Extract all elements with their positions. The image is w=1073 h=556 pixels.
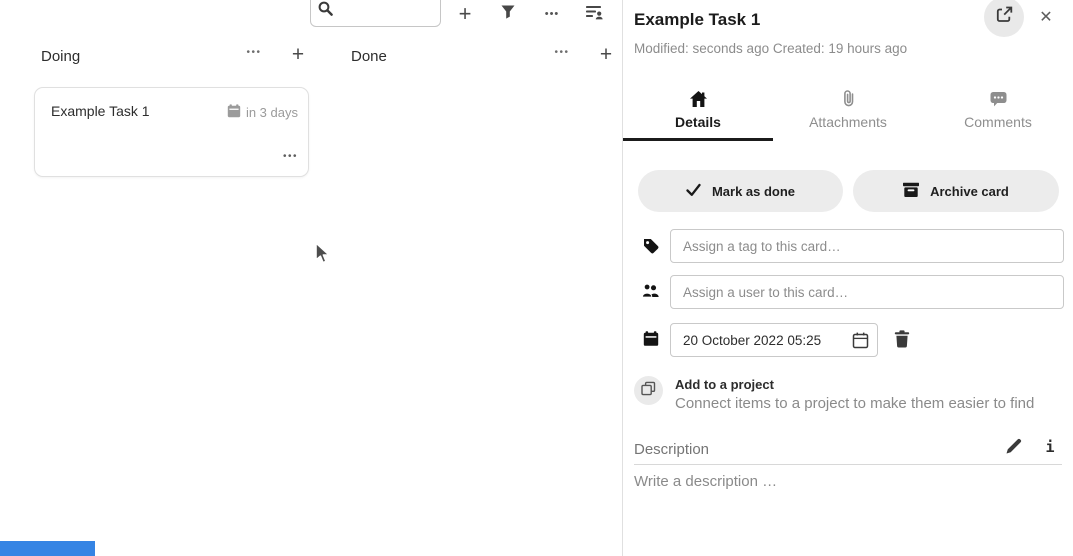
mark-as-done-label: Mark as done	[712, 184, 795, 199]
search-icon	[318, 1, 333, 21]
description-label: Description	[634, 441, 709, 458]
search-box[interactable]	[310, 0, 441, 27]
due-date-value: 20 October 2022 05:25	[671, 333, 843, 348]
trash-icon	[894, 330, 910, 353]
description-placeholder[interactable]: Write a description …	[634, 473, 777, 490]
tag-icon	[642, 238, 659, 254]
status-indicator	[0, 541, 95, 556]
date-picker-button[interactable]	[843, 324, 877, 356]
card-due-text: in 3 days	[246, 105, 298, 120]
add-to-project-subtitle: Connect items to a project to make them …	[675, 395, 1034, 412]
add-to-project-row[interactable]: Add to a project Connect items to a proj…	[634, 376, 1034, 412]
users-icon	[642, 283, 659, 298]
add-to-project-title: Add to a project	[675, 376, 1034, 392]
panel-tabs: Details Attachments	[623, 84, 1073, 141]
column-doing-more-button[interactable]: •••	[241, 47, 267, 58]
assigned-cards-button[interactable]	[580, 0, 610, 28]
panel-meta: Modified: seconds ago Created: 19 hours …	[634, 41, 907, 56]
board-more-button[interactable]: •••	[537, 0, 567, 28]
project-icon-circle	[634, 376, 663, 405]
search-input[interactable]	[338, 3, 433, 18]
tab-details-label: Details	[675, 114, 721, 130]
paperclip-icon	[841, 89, 856, 107]
assign-user-input[interactable]	[670, 275, 1064, 309]
pencil-icon	[1006, 438, 1022, 459]
due-date-field[interactable]: 20 October 2022 05:25	[670, 323, 878, 357]
task-card[interactable]: Example Task 1 in 3 days •••	[34, 87, 309, 177]
mouse-cursor	[314, 242, 334, 271]
description-divider	[634, 464, 1062, 465]
home-icon	[690, 89, 707, 107]
card-action-buttons: Mark as done Archive card	[638, 170, 1059, 212]
assigned-cards-icon	[586, 3, 604, 25]
add-card-button[interactable]: +	[450, 0, 480, 28]
column-title-done: Done	[351, 48, 387, 65]
tab-details[interactable]: Details	[623, 84, 773, 141]
tab-attachments-label: Attachments	[809, 114, 887, 130]
comment-icon	[990, 89, 1007, 107]
column-done-add-button[interactable]: +	[593, 43, 619, 67]
calendar-icon	[227, 104, 241, 121]
column-doing-add-button[interactable]: +	[285, 43, 311, 67]
assign-tag-input[interactable]	[670, 229, 1064, 263]
tab-attachments[interactable]: Attachments	[773, 84, 923, 141]
column-done-more-button[interactable]: •••	[549, 47, 575, 58]
tab-comments-label: Comments	[964, 114, 1032, 130]
description-info-button[interactable]: i	[1040, 435, 1060, 459]
panel-title: Example Task 1	[634, 10, 760, 30]
archive-card-label: Archive card	[930, 184, 1009, 199]
mark-as-done-button[interactable]: Mark as done	[638, 170, 843, 212]
project-texts: Add to a project Connect items to a proj…	[675, 376, 1034, 412]
archive-card-button[interactable]: Archive card	[853, 170, 1059, 212]
filter-button[interactable]	[493, 0, 523, 28]
filter-icon	[500, 4, 516, 25]
edit-description-button[interactable]	[1001, 437, 1027, 459]
card-detail-panel: Example Task 1 Modified: seconds ago Cre…	[622, 0, 1073, 556]
archive-icon	[903, 182, 919, 201]
remove-due-date-button[interactable]	[889, 329, 915, 353]
card-due-badge: in 3 days	[227, 104, 298, 121]
open-in-window-button[interactable]	[984, 0, 1024, 37]
project-icon	[641, 381, 656, 401]
open-external-icon	[996, 6, 1013, 28]
check-icon	[686, 183, 701, 200]
calendar-filled-icon	[642, 331, 659, 347]
close-panel-button[interactable]: ✕	[1032, 3, 1060, 31]
column-title-doing: Doing	[41, 48, 80, 65]
tab-comments[interactable]: Comments	[923, 84, 1073, 141]
card-more-button[interactable]: •••	[283, 151, 298, 162]
deck-board-window: + ••• Doing ••• + Done ••• + Example Tas…	[0, 0, 1073, 556]
card-title: Example Task 1	[51, 103, 150, 119]
